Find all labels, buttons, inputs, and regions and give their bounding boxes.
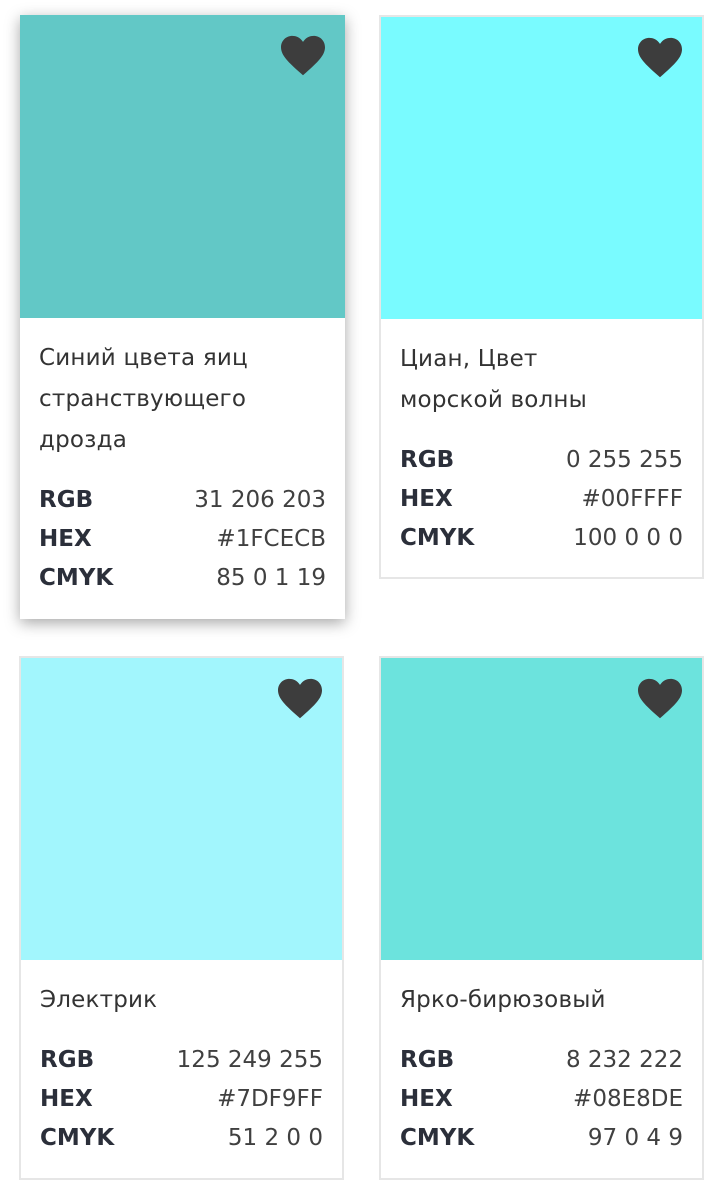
cmyk-label: CMYK [400,1125,475,1151]
heart-icon[interactable] [281,35,325,77]
hex-row: HEX #1FCECB [39,520,326,559]
rgb-value: 125 249 255 [176,1047,323,1073]
rgb-row: RGB 8 232 222 [400,1041,683,1080]
cmyk-row: CMYK 100 0 0 0 [400,519,683,558]
cmyk-label: CMYK [39,565,114,591]
rgb-row: RGB 31 206 203 [39,481,326,520]
rgb-row: RGB 125 249 255 [40,1041,323,1080]
heart-icon[interactable] [278,678,322,720]
color-name: Синий цвета яиц странствующего дрозда [39,345,248,453]
hex-row: HEX #08E8DE [400,1080,683,1119]
rgb-label: RGB [39,487,94,513]
hex-row: HEX #00FFFF [400,480,683,519]
heart-shape [281,35,325,76]
color-name: Ярко-бирюзовый [400,987,606,1013]
color-swatch [20,15,345,318]
heart-shape [638,37,682,78]
cmyk-label: CMYK [400,525,475,551]
rgb-label: RGB [400,1047,455,1073]
cmyk-value: 85 0 1 19 [216,565,326,591]
hex-value: #00FFFF [581,486,683,512]
cmyk-value: 100 0 0 0 [573,525,683,551]
color-card[interactable]: Ярко-бирюзовый RGB 8 232 222 HEX #08E8DE… [379,656,704,1180]
color-card[interactable]: Циан, Цвет морской волны RGB 0 255 255 H… [379,15,704,579]
rgb-value: 31 206 203 [194,487,326,513]
rgb-label: RGB [400,447,455,473]
rgb-value: 0 255 255 [565,447,683,473]
cmyk-label: CMYK [40,1125,115,1151]
hex-value: #1FCECB [216,526,326,552]
color-card[interactable]: Электрик RGB 125 249 255 HEX #7DF9FF CMY… [19,656,344,1180]
heart-icon[interactable] [638,678,682,720]
cmyk-row: CMYK 85 0 1 19 [39,559,326,598]
color-swatch [21,658,342,960]
color-card[interactable]: Синий цвета яиц странствующего дрозда RG… [20,15,345,619]
rgb-label: RGB [40,1047,95,1073]
rgb-value: 8 232 222 [565,1047,683,1073]
rgb-row: RGB 0 255 255 [400,441,683,480]
hex-label: HEX [39,526,92,552]
color-name: Электрик [40,987,158,1013]
hex-value: #08E8DE [573,1086,683,1112]
heart-shape [278,678,322,719]
hex-label: HEX [400,1086,453,1112]
hex-row: HEX #7DF9FF [40,1080,323,1119]
hex-value: #7DF9FF [217,1086,323,1112]
heart-shape [638,678,682,719]
color-swatch [381,17,702,319]
cmyk-row: CMYK 51 2 0 0 [40,1119,323,1158]
cmyk-row: CMYK 97 0 4 9 [400,1119,683,1158]
cmyk-value: 51 2 0 0 [227,1125,323,1151]
heart-icon[interactable] [638,37,682,79]
color-swatch [381,658,702,960]
color-name: Циан, Цвет морской волны [400,346,588,413]
cmyk-value: 97 0 4 9 [587,1125,683,1151]
hex-label: HEX [40,1086,93,1112]
hex-label: HEX [400,486,453,512]
